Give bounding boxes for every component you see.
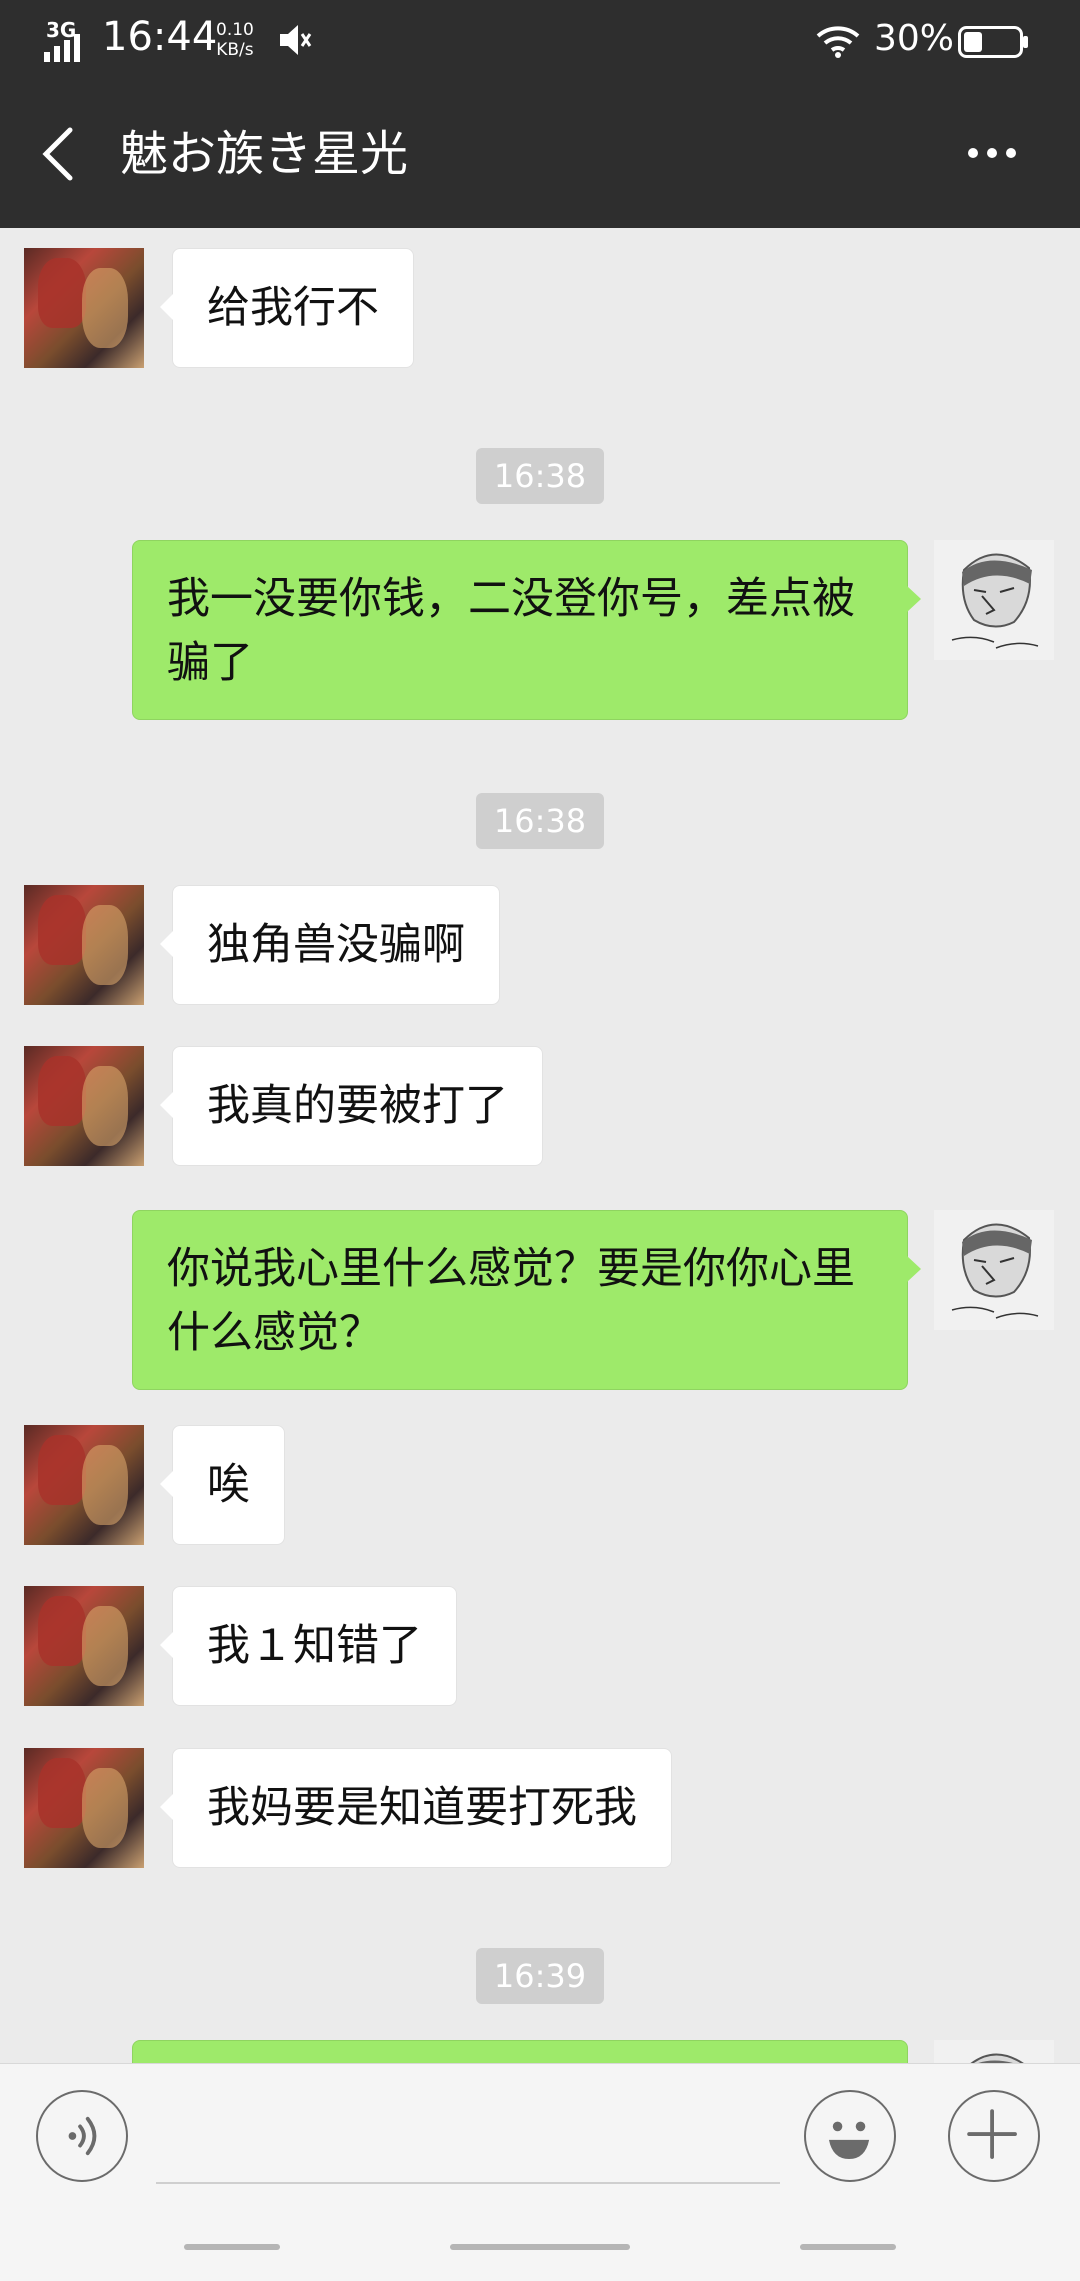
contact-avatar[interactable]	[24, 1046, 144, 1166]
network-speed: 0.10 KB/s	[216, 20, 254, 60]
network-type: 3G	[46, 18, 77, 42]
signal-icon: 3G	[44, 18, 92, 62]
contact-avatar[interactable]	[24, 1425, 144, 1545]
nav-gesture-left[interactable]	[184, 2244, 280, 2250]
chat-header: 魅お族き星光	[0, 80, 1080, 228]
message-bubble[interactable]: 独角兽没骗啊	[160, 885, 500, 1005]
wifi-icon	[816, 26, 860, 58]
message-timestamp: 16:39	[476, 1948, 604, 2004]
nav-gesture-right[interactable]	[800, 2244, 896, 2250]
message-bubble[interactable]: 我真的要被打了	[160, 1046, 543, 1166]
status-bar: 3G 16:44 0.10 KB/s 30%	[0, 0, 1080, 80]
message-timestamp: 16:38	[476, 793, 604, 849]
message-list[interactable]: 给我行不 16:38 我一没要你钱，二没登你号，差点被骗了 16:38 独角兽没…	[0, 228, 1080, 2063]
input-bar	[0, 2063, 1080, 2281]
back-arrow-icon[interactable]	[38, 124, 78, 184]
network-speed-unit: KB/s	[216, 40, 254, 60]
message-bubble[interactable]: 我１知错了	[160, 1586, 457, 1706]
network-speed-value: 0.10	[216, 20, 254, 40]
contact-avatar[interactable]	[24, 1586, 144, 1706]
my-avatar[interactable]	[934, 1210, 1054, 1330]
nav-gesture-home[interactable]	[450, 2244, 630, 2250]
message-bubble-partial[interactable]	[132, 2040, 908, 2063]
message-bubble[interactable]: 我妈要是知道要打死我	[160, 1748, 672, 1868]
contact-avatar[interactable]	[24, 885, 144, 1005]
message-bubble[interactable]: 我一没要你钱，二没登你号，差点被骗了	[132, 540, 921, 720]
battery-percent: 30%	[874, 18, 955, 59]
sketch-portrait-icon	[934, 2040, 1054, 2063]
message-input[interactable]	[156, 2182, 780, 2184]
voice-icon[interactable]	[36, 2090, 128, 2182]
my-avatar[interactable]	[934, 2040, 1054, 2063]
plus-icon[interactable]	[948, 2090, 1040, 2182]
message-bubble[interactable]: 唉	[160, 1425, 285, 1545]
more-dots-icon[interactable]	[964, 140, 1020, 166]
message-timestamp: 16:38	[476, 448, 604, 504]
sketch-portrait-icon	[934, 540, 1054, 660]
message-bubble[interactable]: 你说我心里什么感觉？要是你你心里什么感觉？	[132, 1210, 921, 1390]
contact-avatar[interactable]	[24, 1748, 144, 1868]
sketch-portrait-icon	[934, 1210, 1054, 1330]
battery-icon	[958, 26, 1028, 58]
clock: 16:44	[102, 14, 218, 60]
contact-name: 魅お族き星光	[120, 126, 409, 182]
volume-muted-icon	[280, 25, 312, 55]
emoji-icon[interactable]	[804, 2090, 896, 2182]
contact-avatar[interactable]	[24, 248, 144, 368]
my-avatar[interactable]	[934, 540, 1054, 660]
message-bubble[interactable]: 给我行不	[160, 248, 414, 368]
